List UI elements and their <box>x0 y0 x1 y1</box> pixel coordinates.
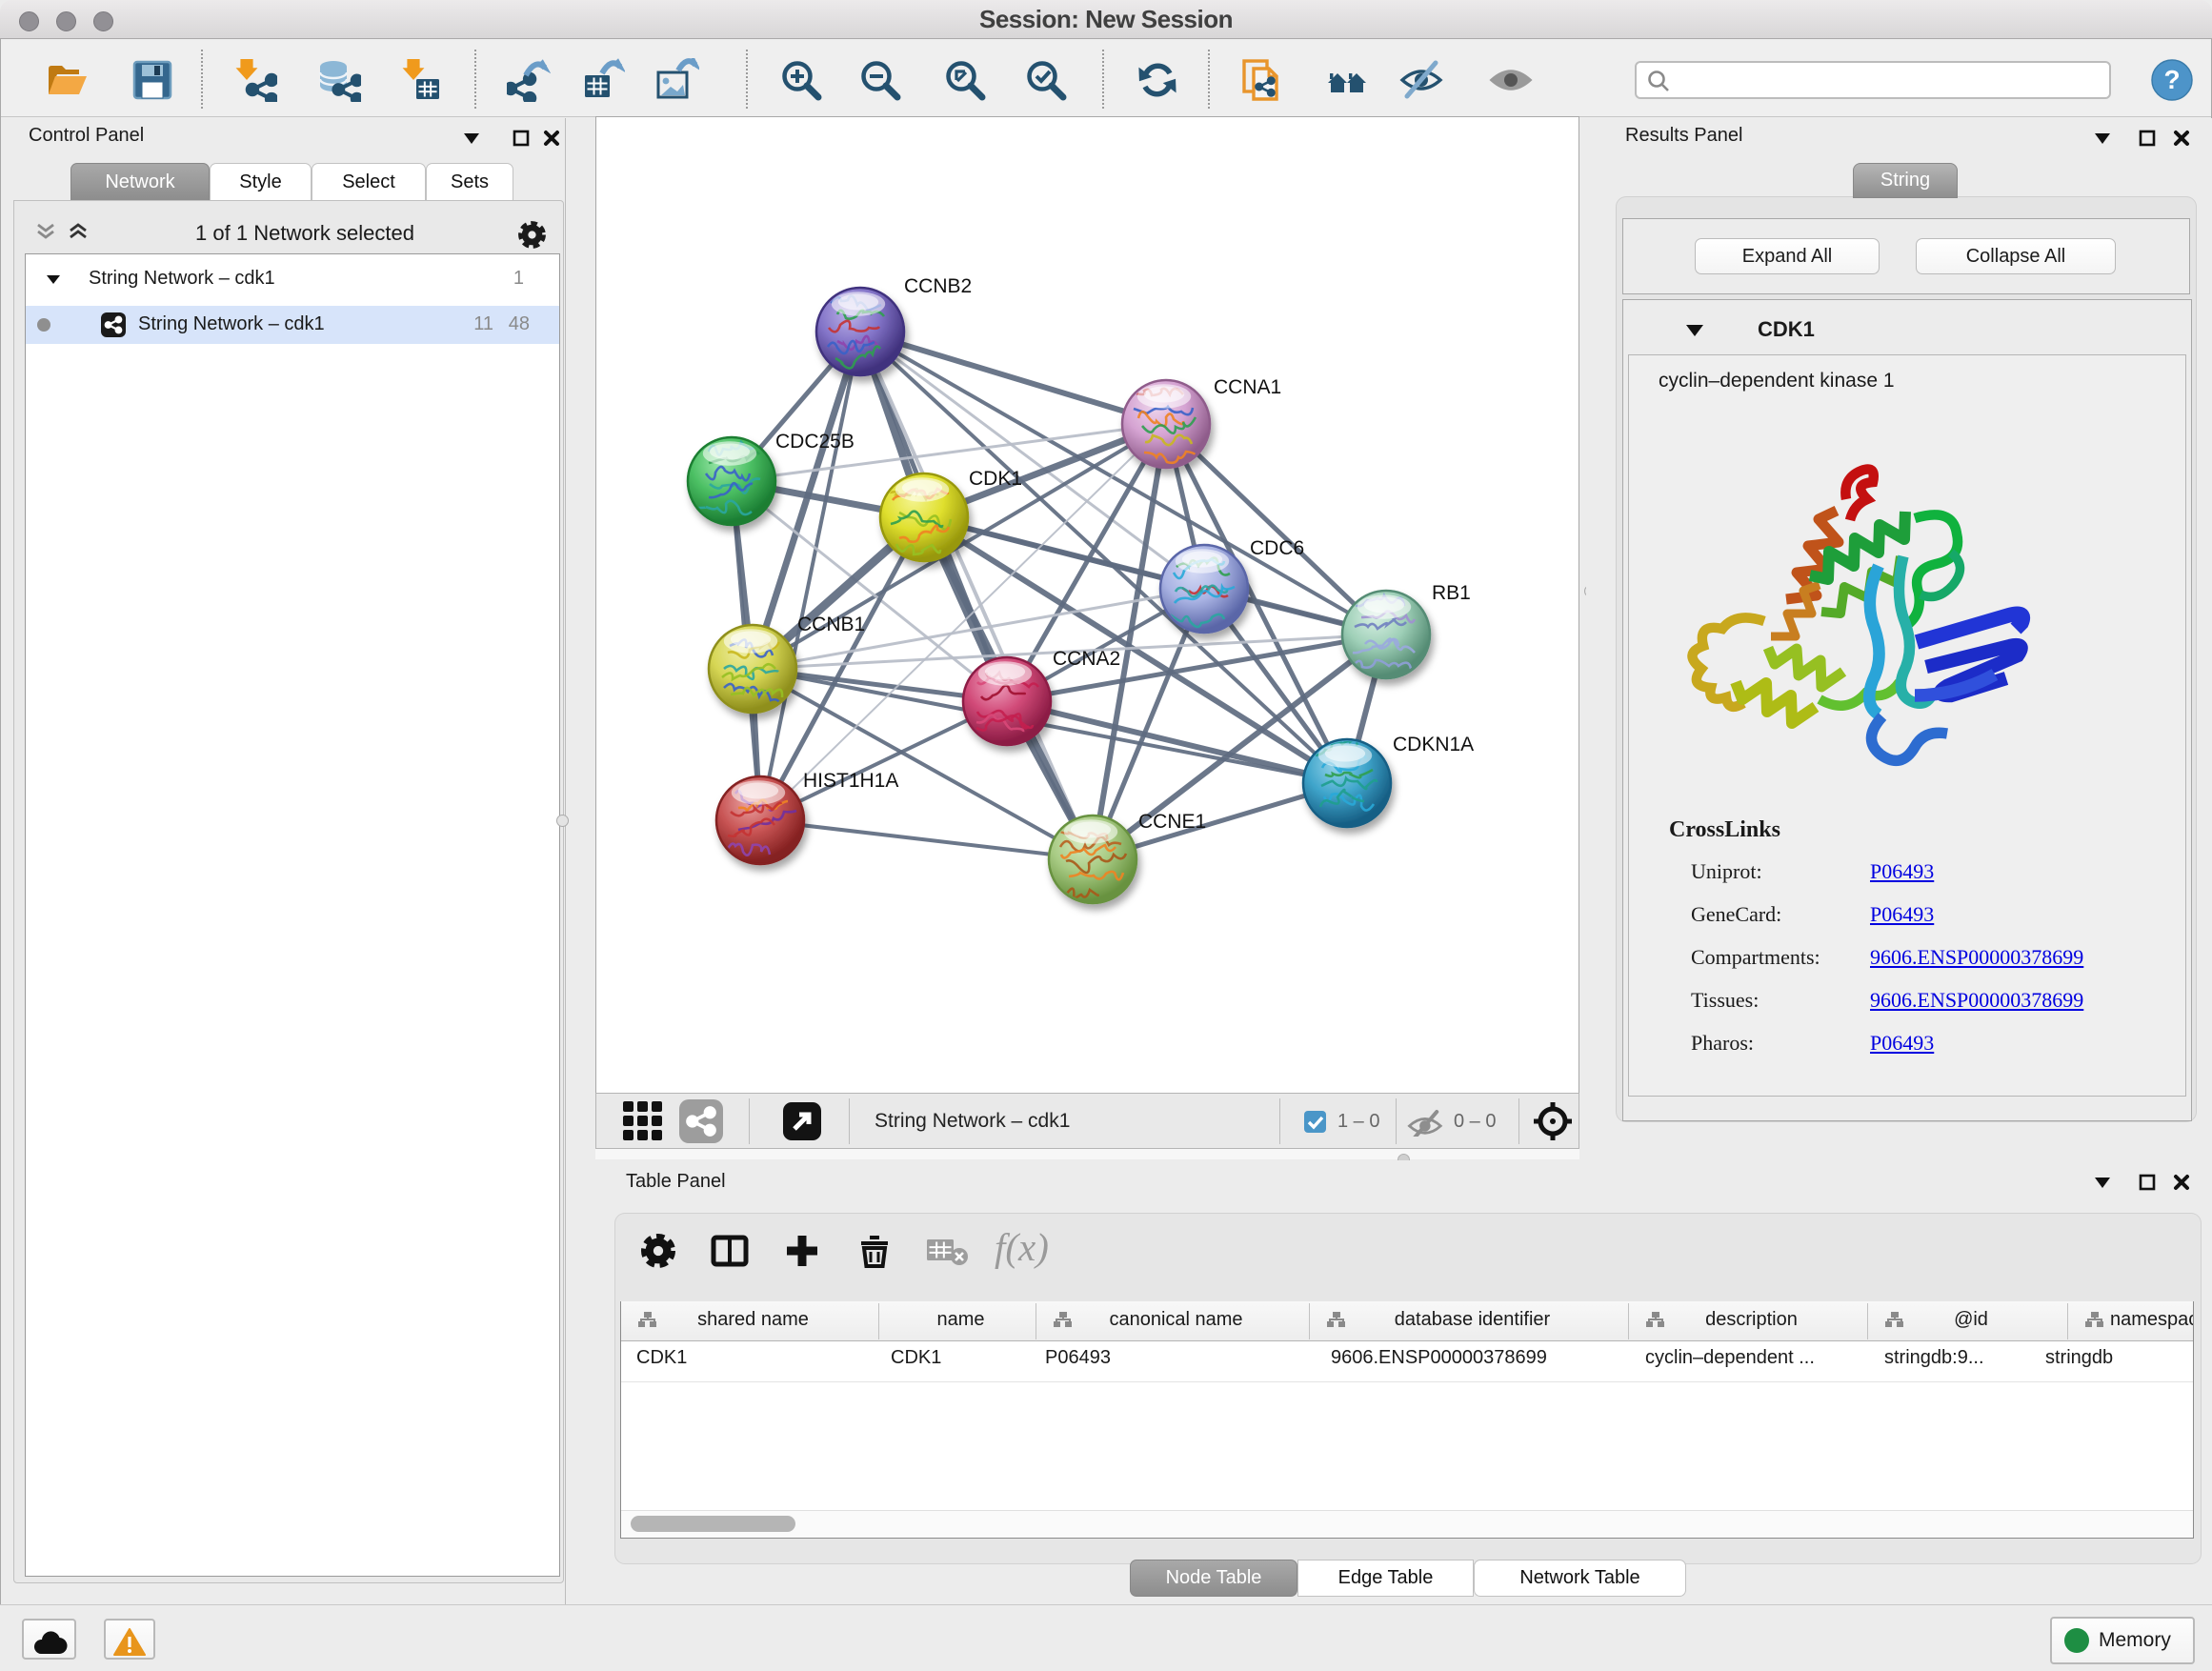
svg-text:CCNA1: CCNA1 <box>1214 376 1281 398</box>
svg-text:CDC25B: CDC25B <box>775 431 855 453</box>
svg-text:CDK1: CDK1 <box>969 468 1022 490</box>
svg-text:RB1: RB1 <box>1432 582 1471 604</box>
svg-text:CCNA2: CCNA2 <box>1053 648 1120 670</box>
svg-text:HIST1H1A: HIST1H1A <box>803 770 898 792</box>
svg-text:CCNE1: CCNE1 <box>1138 811 1206 833</box>
svg-text:CDKN1A: CDKN1A <box>1393 734 1474 755</box>
svg-text:CCNB2: CCNB2 <box>904 275 972 297</box>
svg-text:CCNB1: CCNB1 <box>797 614 865 635</box>
svg-text:?: ? <box>2163 65 2180 94</box>
svg-text:CDC6: CDC6 <box>1250 537 1304 559</box>
